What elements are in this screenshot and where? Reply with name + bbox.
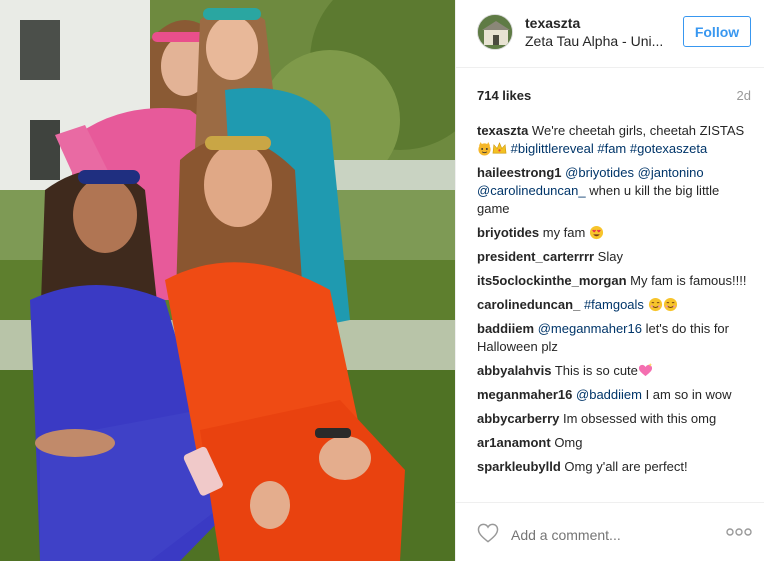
- heart-eyes-emoji: [589, 225, 604, 240]
- comment-text: This is so cute: [551, 363, 638, 378]
- mention-link[interactable]: @baddiiem: [576, 387, 642, 402]
- comment-item: abbycarberry Im obsessed with this omg: [477, 410, 751, 428]
- smile-emoji: [663, 297, 678, 312]
- hashtag-link[interactable]: #gotexaszeta: [630, 141, 707, 156]
- photo-illustration: [0, 0, 455, 561]
- comment-text: I am so in wow: [641, 387, 732, 402]
- comment-username[interactable]: abbyalahvis: [477, 363, 551, 378]
- hashtag-link[interactable]: #biglittlereveal: [511, 141, 594, 156]
- comment-item: meganmaher16 @baddiiem I am so in wow: [477, 386, 751, 404]
- post-side-panel: texaszta Zeta Tau Alpha - Uni... Follow …: [455, 0, 764, 561]
- comment-text: My fam is famous!!!!: [626, 273, 747, 288]
- comment-username[interactable]: ar1anamont: [477, 435, 551, 450]
- comments-list[interactable]: texaszta We're cheetah girls, cheetah ZI…: [477, 122, 751, 498]
- comment-username[interactable]: texaszta: [477, 123, 528, 138]
- comment-username[interactable]: abbycarberry: [477, 411, 559, 426]
- mention-link[interactable]: @carolineduncan_: [477, 183, 586, 198]
- mention-link[interactable]: @jantonino: [638, 165, 704, 180]
- likes-count[interactable]: 714 likes: [477, 88, 531, 103]
- comment-item: its5oclockinthe_morgan My fam is famous!…: [477, 272, 751, 290]
- sparkle-heart-emoji: [638, 363, 653, 378]
- comment-username[interactable]: meganmaher16: [477, 387, 572, 402]
- comment-item: haileestrong1 @briyotides @jantonino @ca…: [477, 164, 751, 218]
- comment-item: ar1anamont Omg: [477, 434, 751, 452]
- post-header: texaszta Zeta Tau Alpha - Uni... Follow: [456, 0, 764, 68]
- hashtag-link[interactable]: #fam: [597, 141, 626, 156]
- cat-crown-emoji: [477, 141, 492, 156]
- comment-text: my fam: [539, 225, 589, 240]
- comment-text: Slay: [594, 249, 623, 264]
- comment-item: abbyalahvis This is so cute: [477, 362, 751, 380]
- follow-button[interactable]: Follow: [683, 16, 751, 47]
- crown-emoji: [492, 141, 507, 156]
- comment-username[interactable]: baddiiem: [477, 321, 534, 336]
- comment-text: We're cheetah girls, cheetah ZISTAS: [528, 123, 745, 138]
- more-options-icon[interactable]: [726, 527, 752, 537]
- likes-row: 714 likes 2d: [477, 88, 751, 106]
- comment-item: sparkleubylld Omg y'all are perfect!: [477, 458, 751, 476]
- comment-username[interactable]: carolineduncan_: [477, 297, 580, 312]
- comment-item: texaszta We're cheetah girls, cheetah ZI…: [477, 122, 751, 158]
- comment-item: briyotides my fam: [477, 224, 751, 242]
- add-comment-input[interactable]: [511, 525, 701, 545]
- hashtag-link[interactable]: #famgoals: [584, 297, 644, 312]
- header-username[interactable]: texaszta: [525, 15, 580, 31]
- comment-item: baddiiem @meganmaher16 let's do this for…: [477, 320, 751, 356]
- header-location[interactable]: Zeta Tau Alpha - Uni...: [525, 33, 663, 49]
- smile-emoji: [648, 297, 663, 312]
- comment-text: Omg: [550, 435, 583, 450]
- comment-item: president_carterrrr Slay: [477, 248, 751, 266]
- mention-link[interactable]: @meganmaher16: [538, 321, 642, 336]
- comment-username[interactable]: president_carterrrr: [477, 249, 594, 264]
- post-photo[interactable]: [0, 0, 455, 561]
- comment-username[interactable]: its5oclockinthe_morgan: [477, 273, 627, 288]
- post-view: texaszta Zeta Tau Alpha - Uni... Follow …: [0, 0, 764, 561]
- comment-item: carolineduncan_ #famgoals: [477, 296, 751, 314]
- comment-username[interactable]: briyotides: [477, 225, 539, 240]
- comment-text: Im obsessed with this omg: [559, 411, 717, 426]
- avatar[interactable]: [477, 14, 513, 50]
- comment-username[interactable]: sparkleubylld: [477, 459, 561, 474]
- post-age[interactable]: 2d: [737, 88, 751, 103]
- post-footer: [456, 502, 764, 561]
- heart-icon[interactable]: [477, 523, 499, 543]
- comment-username[interactable]: haileestrong1: [477, 165, 562, 180]
- mention-link[interactable]: @briyotides: [565, 165, 634, 180]
- comment-text: Omg y'all are perfect!: [560, 459, 688, 474]
